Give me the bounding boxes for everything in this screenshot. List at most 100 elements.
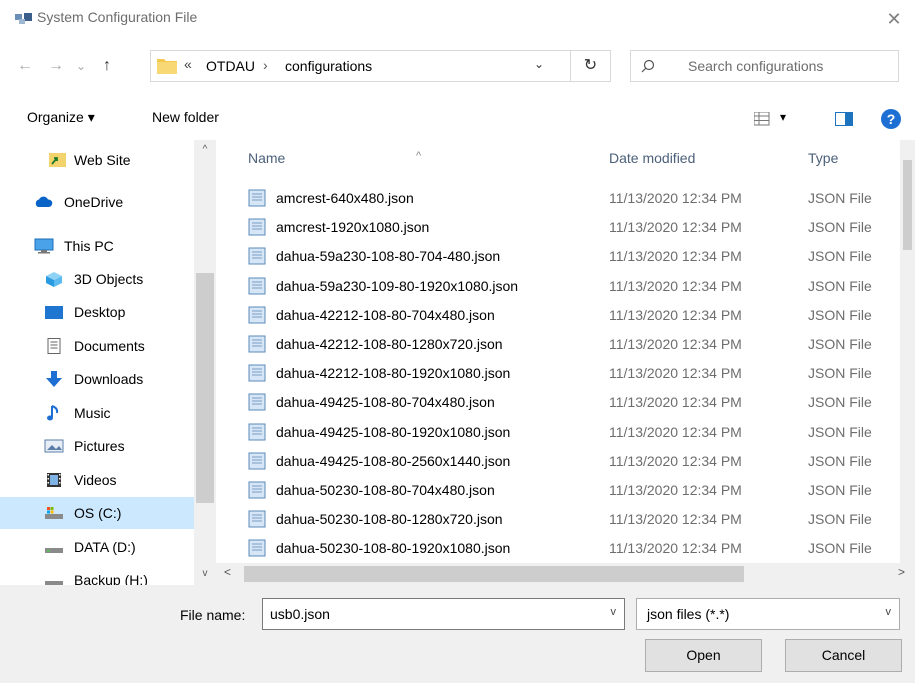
table-row[interactable]: dahua-50230-108-80-704x480.json 11/13/202… bbox=[230, 476, 910, 505]
sidebar-item-os-c[interactable]: OS (C:) bbox=[0, 497, 194, 529]
sort-ascending-icon: ^ bbox=[416, 150, 422, 162]
file-name: dahua-49425-108-80-704x480.json bbox=[276, 394, 495, 411]
chevron-down-icon[interactable]: v bbox=[886, 606, 892, 618]
sidebar-scrollbar[interactable]: ^ v bbox=[194, 140, 216, 590]
search-input[interactable]: Search configurations bbox=[688, 58, 823, 74]
breadcrumb-otdau[interactable]: OTDAU bbox=[206, 58, 255, 74]
address-overflow-chevron[interactable]: « bbox=[184, 56, 192, 72]
file-type: JSON File bbox=[808, 219, 872, 236]
sidebar-item-pictures[interactable]: Pictures bbox=[0, 430, 194, 462]
file-type: JSON File bbox=[808, 248, 872, 265]
forward-button[interactable]: → bbox=[45, 55, 67, 77]
file-type: JSON File bbox=[808, 306, 872, 323]
sidebar-item-label: Documents bbox=[74, 338, 145, 354]
up-button[interactable]: ↑ bbox=[96, 55, 118, 77]
file-icon bbox=[248, 539, 266, 557]
table-row[interactable]: dahua-50230-108-80-1280x720.json 11/13/20… bbox=[230, 505, 910, 534]
back-button[interactable]: ← bbox=[14, 55, 36, 77]
sidebar-item-label: Web Site bbox=[74, 152, 131, 168]
breadcrumb-separator[interactable]: › bbox=[263, 57, 268, 73]
file-type: JSON File bbox=[808, 423, 872, 440]
cancel-button[interactable]: Cancel bbox=[785, 639, 902, 672]
file-type-filter[interactable]: json files (*.*) v bbox=[636, 598, 900, 630]
file-icon bbox=[248, 481, 266, 499]
breadcrumb-configurations[interactable]: configurations bbox=[285, 58, 372, 74]
sidebar-item-web-site[interactable]: Web Site bbox=[0, 144, 194, 176]
file-type: JSON File bbox=[808, 452, 872, 469]
table-row[interactable]: dahua-42212-108-80-1280x720.json 11/13/20… bbox=[230, 330, 910, 359]
open-button[interactable]: Open bbox=[645, 639, 762, 672]
scroll-down-icon[interactable]: v bbox=[194, 568, 216, 579]
scroll-right-icon[interactable]: > bbox=[898, 565, 905, 579]
help-button[interactable]: ? bbox=[881, 109, 901, 129]
file-type-value[interactable]: json files (*.*) bbox=[647, 606, 729, 622]
sidebar-item-downloads[interactable]: Downloads bbox=[0, 363, 194, 395]
table-row[interactable]: dahua-42212-108-80-1920x1080.json 11/13/2… bbox=[230, 359, 910, 388]
file-name: dahua-49425-108-80-1920x1080.json bbox=[276, 423, 511, 440]
horizontal-scroll-thumb[interactable] bbox=[244, 566, 744, 582]
sidebar-item-label: OneDrive bbox=[64, 194, 124, 210]
column-header-name[interactable]: Name ^ bbox=[230, 140, 600, 176]
drive-icon bbox=[45, 548, 63, 553]
table-row[interactable]: dahua-59a230-108-80-704-480.json 11/13/20… bbox=[230, 242, 910, 271]
table-row[interactable]: dahua-49425-108-80-1920x1080.json 11/13/2… bbox=[230, 418, 910, 447]
change-view-button[interactable]: ▾ bbox=[754, 110, 794, 128]
file-icon bbox=[248, 393, 266, 411]
file-date: 11/13/2020 12:34 PM bbox=[609, 306, 742, 323]
table-row[interactable]: dahua-49425-108-80-704x480.json 11/13/202… bbox=[230, 388, 910, 417]
app-icon bbox=[15, 13, 32, 24]
file-type: JSON File bbox=[808, 190, 872, 206]
file-list: Name ^ Date modified Type amcrest-640x48… bbox=[230, 140, 915, 563]
preview-pane-icon[interactable] bbox=[835, 112, 853, 126]
table-row[interactable]: dahua-42212-108-80-704x480.json 11/13/202… bbox=[230, 301, 910, 330]
sidebar-item-onedrive[interactable]: OneDrive bbox=[0, 186, 194, 218]
close-button[interactable]: ✕ bbox=[879, 4, 909, 34]
table-row[interactable]: dahua-59a230-109-80-1920x1080.json 11/13/… bbox=[230, 272, 910, 301]
view-dropdown-icon[interactable]: ▾ bbox=[780, 110, 786, 124]
horizontal-scrollbar[interactable]: < > bbox=[216, 563, 915, 585]
sidebar-item-data-d[interactable]: DATA (D:) bbox=[0, 531, 194, 563]
table-row[interactable]: dahua-50230-108-80-1920x1080.json 11/13/2… bbox=[230, 534, 910, 563]
column-header-type[interactable]: Type bbox=[800, 140, 900, 176]
sidebar-item-music[interactable]: Music bbox=[0, 397, 194, 429]
file-type: JSON File bbox=[808, 365, 872, 382]
file-name: amcrest-640x480.json bbox=[276, 190, 414, 206]
cube-icon bbox=[46, 272, 62, 287]
file-name-field[interactable]: usb0.json v bbox=[262, 598, 625, 630]
navigation-pane: Web Site OneDrive This PC 3D Objects Des… bbox=[0, 140, 216, 590]
search-box[interactable]: Search configurations bbox=[630, 50, 899, 82]
address-dropdown-icon[interactable]: ⌄ bbox=[534, 57, 544, 71]
pictures-icon bbox=[44, 439, 64, 453]
sidebar-item-videos[interactable]: Videos bbox=[0, 464, 194, 496]
recent-locations-button[interactable]: ⌄ bbox=[70, 55, 92, 77]
cloud-icon bbox=[35, 196, 53, 207]
file-list-scroll-thumb[interactable] bbox=[903, 160, 912, 250]
file-icon bbox=[248, 452, 266, 470]
address-bar[interactable]: « OTDAU › configurations ⌄ bbox=[150, 50, 571, 82]
document-icon bbox=[47, 338, 61, 354]
file-date: 11/13/2020 12:34 PM bbox=[609, 540, 742, 557]
table-row[interactable]: amcrest-1920x1080.json 11/13/2020 12:34 P… bbox=[230, 213, 910, 242]
file-type: JSON File bbox=[808, 482, 872, 498]
organize-button[interactable]: Organize ▾ bbox=[27, 109, 95, 126]
new-folder-button[interactable]: New folder bbox=[152, 109, 219, 125]
sidebar-item-desktop[interactable]: Desktop bbox=[0, 296, 194, 328]
table-row[interactable]: dahua-49425-108-80-2560x1440.json 11/13/2… bbox=[230, 447, 910, 476]
file-name: dahua-49425-108-80-2560x1440.json bbox=[276, 452, 511, 469]
file-name: dahua-50230-108-80-1920x1080.json bbox=[276, 540, 511, 557]
sidebar-item-label: Desktop bbox=[74, 304, 126, 320]
scroll-left-icon[interactable]: < bbox=[224, 565, 231, 579]
column-header-date[interactable]: Date modified bbox=[600, 140, 800, 176]
sidebar-scroll-thumb[interactable] bbox=[196, 273, 214, 503]
scroll-up-icon[interactable]: ^ bbox=[194, 144, 216, 155]
sidebar-item-this-pc[interactable]: This PC bbox=[0, 230, 194, 262]
table-row[interactable]: amcrest-640x480.json 11/13/2020 12:34 PM J… bbox=[230, 184, 910, 213]
chevron-down-icon[interactable]: v bbox=[611, 606, 617, 618]
file-icon bbox=[248, 306, 266, 324]
file-name-value[interactable]: usb0.json bbox=[270, 606, 330, 622]
title-bar: System Configuration File ✕ bbox=[0, 0, 915, 38]
file-list-scrollbar[interactable] bbox=[900, 140, 915, 563]
sidebar-item-documents[interactable]: Documents bbox=[0, 330, 194, 362]
sidebar-item-3d-objects[interactable]: 3D Objects bbox=[0, 263, 194, 295]
refresh-button[interactable]: ↻ bbox=[571, 50, 611, 82]
